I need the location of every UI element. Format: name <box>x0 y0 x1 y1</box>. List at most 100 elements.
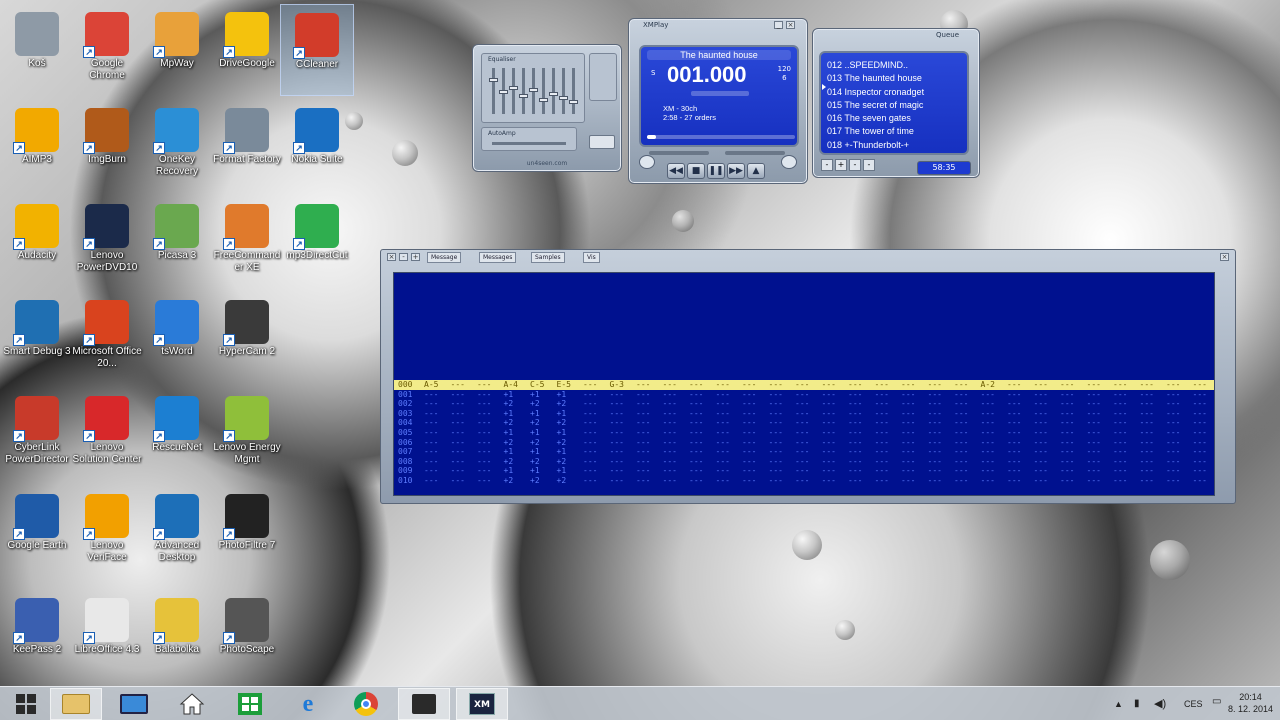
pattern-cell[interactable]: --- <box>1034 380 1048 390</box>
pattern-cell[interactable]: --- <box>769 390 783 400</box>
pattern-cell[interactable]: --- <box>583 428 597 438</box>
pattern-cell[interactable]: --- <box>848 428 862 438</box>
pattern-cell[interactable]: --- <box>636 428 650 438</box>
pattern-cell[interactable]: --- <box>1113 457 1127 467</box>
pattern-cell[interactable]: --- <box>1060 380 1074 390</box>
balance-slider[interactable] <box>725 151 785 155</box>
pattern-cell[interactable]: --- <box>1166 399 1180 409</box>
pattern-cell[interactable]: --- <box>795 438 809 448</box>
pattern-cell[interactable]: --- <box>769 476 783 486</box>
desktop-icon[interactable]: ↗ Lenovo Energy Mgmt <box>210 388 284 480</box>
playlist-control-button[interactable]: - <box>863 159 875 171</box>
pattern-close-button[interactable]: × <box>387 253 396 261</box>
taskbar-desktop[interactable] <box>108 688 160 720</box>
pattern-cell[interactable]: --- <box>1007 476 1021 486</box>
autoamp-panel[interactable]: AutoAmp <box>481 127 577 151</box>
pattern-cell[interactable]: --- <box>1166 466 1180 476</box>
desktop-icon[interactable]: ↗ HyperCam 2 <box>210 292 284 384</box>
playlist-item[interactable]: 013 The haunted house <box>827 72 967 85</box>
pattern-cell[interactable]: --- <box>1140 476 1154 486</box>
preamp-panel[interactable] <box>589 53 617 101</box>
pattern-cell[interactable]: --- <box>1193 447 1207 457</box>
volume-slider[interactable] <box>649 151 709 155</box>
pattern-cell[interactable]: --- <box>663 447 677 457</box>
playlist-item[interactable]: 016 The seven gates <box>827 112 967 125</box>
pattern-cell[interactable]: --- <box>424 457 438 467</box>
pattern-cell[interactable]: +1 <box>504 447 514 457</box>
pattern-cell[interactable]: --- <box>981 438 995 448</box>
pattern-cell[interactable]: --- <box>848 466 862 476</box>
pattern-cell[interactable]: --- <box>1140 457 1154 467</box>
pattern-cell[interactable]: --- <box>901 447 915 457</box>
pattern-cell[interactable]: +1 <box>530 466 540 476</box>
pattern-row[interactable]: 002 --- --- --- +2 +2 +2 --- --- --- --- --- --- --- -… <box>394 399 1214 409</box>
pattern-row[interactable]: 008 --- --- --- +2 +2 +2 --- --- --- --- --- --- --- -… <box>394 457 1214 467</box>
pattern-cell[interactable]: --- <box>663 428 677 438</box>
pattern-cell[interactable]: --- <box>848 476 862 486</box>
pattern-cell[interactable]: --- <box>981 447 995 457</box>
pattern-cell[interactable]: --- <box>583 476 597 486</box>
pattern-cell[interactable]: --- <box>716 476 730 486</box>
pattern-row[interactable]: 001 --- --- --- +1 +1 +1 --- --- --- --- --- --- --- -… <box>394 390 1214 400</box>
player-window[interactable]: XMPlay _ × The haunted house 001.000 S 1… <box>628 18 808 184</box>
pattern-cell[interactable]: --- <box>610 457 624 467</box>
pattern-cell[interactable]: --- <box>1034 418 1048 428</box>
pattern-cell[interactable]: --- <box>477 399 491 409</box>
pattern-cell[interactable]: --- <box>716 380 730 390</box>
pattern-cell[interactable]: --- <box>769 409 783 419</box>
pattern-cell[interactable]: --- <box>689 399 703 409</box>
pattern-minimize-button[interactable]: - <box>399 253 408 261</box>
pattern-cell[interactable]: --- <box>1087 409 1101 419</box>
pattern-window-close-icon[interactable]: × <box>1220 253 1229 261</box>
pattern-cell[interactable]: --- <box>451 418 465 428</box>
pattern-cell[interactable]: --- <box>928 466 942 476</box>
pattern-cell[interactable]: --- <box>795 466 809 476</box>
pattern-cell[interactable]: --- <box>1087 466 1101 476</box>
pattern-cell[interactable]: --- <box>769 457 783 467</box>
playlist-toggle-icon[interactable] <box>781 155 797 169</box>
pattern-cell[interactable]: --- <box>1087 399 1101 409</box>
stop-button[interactable]: ■ <box>687 163 705 179</box>
playlist-item[interactable]: 018 +-Thunderbolt-+ <box>827 139 967 152</box>
previous-button[interactable]: ◀◀ <box>667 163 685 179</box>
pattern-cell[interactable]: --- <box>583 409 597 419</box>
pattern-cell[interactable]: --- <box>1007 466 1021 476</box>
pattern-cell[interactable]: --- <box>716 466 730 476</box>
pattern-cell[interactable]: --- <box>1113 447 1127 457</box>
pattern-cell[interactable]: --- <box>769 438 783 448</box>
pattern-cell[interactable]: --- <box>663 438 677 448</box>
eq-toggle-icon[interactable] <box>639 155 655 169</box>
pattern-cell[interactable]: --- <box>769 399 783 409</box>
desktop-icon[interactable]: ↗ Audacity <box>0 196 74 288</box>
pattern-cell[interactable]: --- <box>875 447 889 457</box>
pattern-cell[interactable]: --- <box>1140 466 1154 476</box>
pattern-cell[interactable]: --- <box>1140 409 1154 419</box>
pattern-cell[interactable]: --- <box>663 399 677 409</box>
pattern-cell[interactable]: --- <box>689 409 703 419</box>
pattern-cell[interactable]: --- <box>636 466 650 476</box>
pattern-cell[interactable]: --- <box>610 390 624 400</box>
desktop-icon[interactable]: ↗ mp3DirectCut <box>280 196 354 288</box>
pattern-cell[interactable]: --- <box>954 476 968 486</box>
pattern-cell[interactable]: +1 <box>504 428 514 438</box>
pattern-cell[interactable]: --- <box>901 418 915 428</box>
pattern-cell[interactable]: --- <box>742 399 756 409</box>
eq-band-slider[interactable] <box>569 68 578 114</box>
pattern-cell[interactable]: --- <box>424 466 438 476</box>
pattern-cell[interactable]: --- <box>901 438 915 448</box>
pattern-cell[interactable]: --- <box>610 428 624 438</box>
pattern-cell[interactable]: --- <box>875 438 889 448</box>
pattern-cell[interactable]: --- <box>477 428 491 438</box>
volume-icon[interactable]: ◀) <box>1154 697 1166 710</box>
pattern-cell[interactable]: --- <box>795 476 809 486</box>
taskbar-chrome[interactable] <box>340 688 392 720</box>
pattern-row[interactable]: 004 --- --- --- +2 +2 +2 --- --- --- --- --- --- --- -… <box>394 418 1214 428</box>
pattern-cell[interactable]: --- <box>716 399 730 409</box>
pattern-cell[interactable]: --- <box>477 476 491 486</box>
pattern-cell[interactable]: --- <box>689 438 703 448</box>
pattern-cell[interactable]: --- <box>1193 476 1207 486</box>
pattern-cell[interactable]: --- <box>716 409 730 419</box>
desktop-icon[interactable]: ↗ LibreOffice 4.3 <box>70 590 144 682</box>
pattern-cell[interactable]: --- <box>1113 428 1127 438</box>
pattern-cell[interactable]: --- <box>1193 428 1207 438</box>
